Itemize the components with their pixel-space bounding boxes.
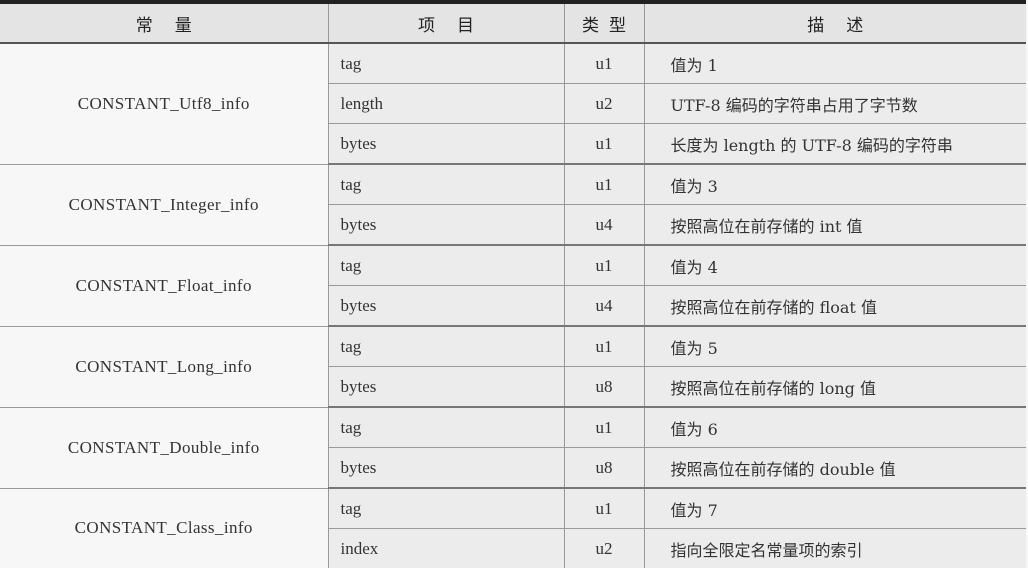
item-cell: length xyxy=(328,83,565,124)
table-row: CONSTANT_Utf8_info tag u1 值为 1 xyxy=(0,43,1026,165)
type-cell: u8 xyxy=(564,366,645,408)
constant-name-cell: CONSTANT_Utf8_info xyxy=(0,43,329,165)
item-cell: tag xyxy=(328,245,565,286)
table-row: CONSTANT_Integer_info tag u1 值为 3 xyxy=(0,164,1026,246)
table-body: CONSTANT_Utf8_info tag u1 值为 1 length u2 UTF-8… xyxy=(0,43,1026,568)
constant-name-cell: CONSTANT_Class_info xyxy=(0,488,329,568)
constant-name-cell: CONSTANT_Integer_info xyxy=(0,164,329,246)
description-cell: 值为 5 xyxy=(644,326,1026,367)
document-page: 常量 项目 类型 描述 CONSTANT_Utf8_info tag u1 值为 1l… xyxy=(0,0,1028,568)
item-cell: tag xyxy=(328,407,565,448)
description-cell: 按照高位在前存储的 int 值 xyxy=(644,204,1026,246)
description-cell: 值为 6 xyxy=(644,407,1026,448)
type-cell: u1 xyxy=(564,488,645,529)
description-cell: 按照高位在前存储的 float 值 xyxy=(644,285,1026,327)
type-cell: u1 xyxy=(564,407,645,448)
item-cell: index xyxy=(328,528,565,568)
description-cell: UTF-8 编码的字符串占用了字节数 xyxy=(644,83,1026,124)
type-cell: u4 xyxy=(564,204,645,246)
item-cell: bytes xyxy=(328,123,565,165)
constant-name-cell: CONSTANT_Float_info xyxy=(0,245,329,327)
description-cell: 值为 4 xyxy=(644,245,1026,286)
constant-pool-table: 常量 项目 类型 描述 CONSTANT_Utf8_info tag u1 值为 1l… xyxy=(0,0,1026,568)
item-cell: bytes xyxy=(328,285,565,327)
type-cell: u1 xyxy=(564,245,645,286)
table-header-row: 常量 项目 类型 描述 xyxy=(0,2,1026,44)
description-cell: 按照高位在前存储的 long 值 xyxy=(644,366,1026,408)
type-cell: u2 xyxy=(564,83,645,124)
item-cell: bytes xyxy=(328,204,565,246)
description-cell: 值为 1 xyxy=(644,43,1026,84)
type-cell: u1 xyxy=(564,326,645,367)
type-cell: u8 xyxy=(564,447,645,489)
item-cell: tag xyxy=(328,488,565,529)
item-cell: bytes xyxy=(328,447,565,489)
description-cell: 长度为 length 的 UTF-8 编码的字符串 xyxy=(644,123,1026,165)
header-item: 项目 xyxy=(328,2,565,44)
item-cell: tag xyxy=(328,43,565,84)
table-row: CONSTANT_Class_info tag u1 值为 7 xyxy=(0,488,1026,568)
table-row: CONSTANT_Long_info tag u1 值为 5 xyxy=(0,326,1026,408)
item-cell: tag xyxy=(328,164,565,205)
type-cell: u1 xyxy=(564,164,645,205)
type-cell: u2 xyxy=(564,528,645,568)
table-row: CONSTANT_Double_info tag u1 值为 6 xyxy=(0,407,1026,489)
type-cell: u1 xyxy=(564,123,645,165)
type-cell: u1 xyxy=(564,43,645,84)
header-description: 描述 xyxy=(644,2,1026,44)
description-cell: 值为 7 xyxy=(644,488,1026,529)
constant-name-cell: CONSTANT_Double_info xyxy=(0,407,329,489)
description-cell: 按照高位在前存储的 double 值 xyxy=(644,447,1026,489)
type-cell: u4 xyxy=(564,285,645,327)
constant-name-cell: CONSTANT_Long_info xyxy=(0,326,329,408)
table-row: CONSTANT_Float_info tag u1 值为 4 xyxy=(0,245,1026,327)
item-cell: bytes xyxy=(328,366,565,408)
description-cell: 指向全限定名常量项的索引 xyxy=(644,528,1026,568)
header-type: 类型 xyxy=(564,2,645,44)
description-cell: 值为 3 xyxy=(644,164,1026,205)
item-cell: tag xyxy=(328,326,565,367)
header-constant: 常量 xyxy=(0,2,329,44)
